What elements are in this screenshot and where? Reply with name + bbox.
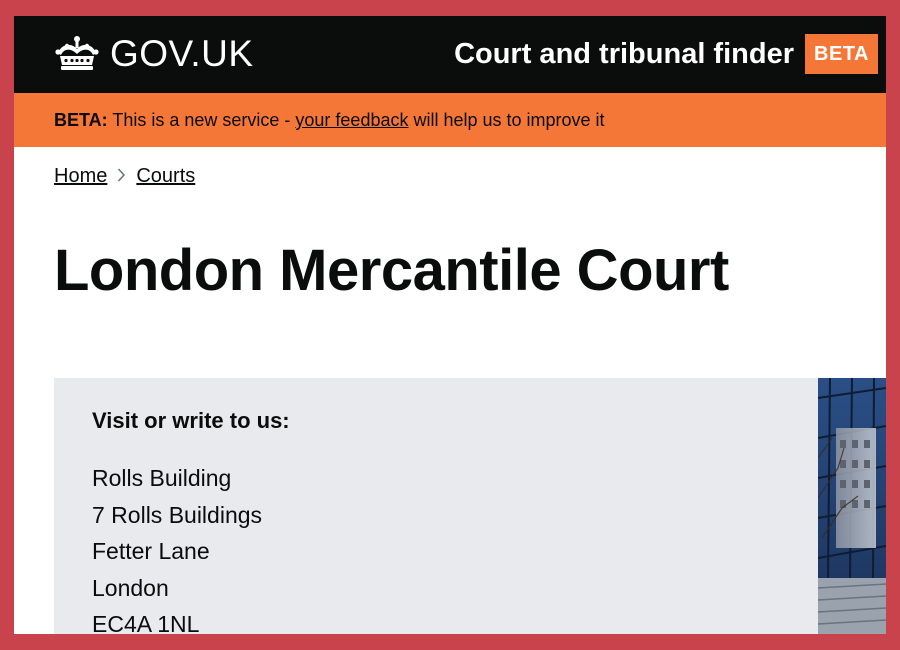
court-building-image <box>818 378 886 634</box>
address-panel: Visit or write to us: Rolls Building 7 R… <box>54 378 818 634</box>
phase-tag: BETA <box>805 34 878 74</box>
address-line: Rolls Building <box>92 465 232 491</box>
page-title: London Mercantile Court <box>54 238 729 303</box>
address-heading: Visit or write to us: <box>92 408 290 433</box>
breadcrumb-courts-link[interactable]: Courts <box>136 163 195 189</box>
breadcrumb: Home Courts <box>54 163 195 189</box>
address-line: London <box>92 574 169 601</box>
beta-text-before: This is a new service - <box>107 110 296 130</box>
crown-icon <box>54 35 100 73</box>
beta-banner: BETA: This is a new service - your feedb… <box>14 93 886 147</box>
govuk-logo-text: GOV.UK <box>110 33 254 74</box>
beta-banner-message: BETA: This is a new service - your feedb… <box>54 108 605 132</box>
chevron-right-icon <box>117 163 126 189</box>
govuk-logo-link[interactable]: GOV.UK <box>54 34 254 74</box>
service-name-link[interactable]: Court and tribunal finder <box>454 35 794 73</box>
address-lines: Rolls Building 7 Rolls Buildings Fetter … <box>92 460 262 634</box>
beta-label: BETA: <box>54 110 108 130</box>
browser-viewport: GOV.UK Court and tribunal finder BETA BE… <box>14 16 886 634</box>
address-line: Fetter Lane <box>92 538 210 564</box>
beta-text-after: will help us to improve it <box>408 110 605 130</box>
court-building-photo <box>818 378 886 634</box>
feedback-link[interactable]: your feedback <box>295 110 408 130</box>
breadcrumb-home-link[interactable]: Home <box>54 163 107 189</box>
address-line: EC4A 1NL <box>92 611 200 634</box>
address-line: 7 Rolls Buildings <box>92 501 263 528</box>
govuk-header: GOV.UK Court and tribunal finder BETA <box>14 16 886 93</box>
